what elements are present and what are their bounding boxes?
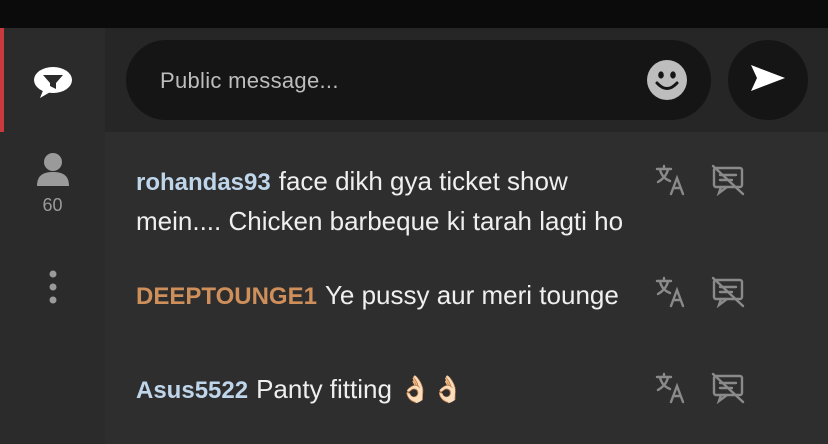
message-list: rohandas93 face dikh gya ticket show mein… — [105, 132, 828, 444]
message-text: Panty fitting 👌🏻👌🏻 — [256, 374, 464, 404]
user-icon — [35, 152, 71, 191]
message-text: Ye pussy aur meri tounge — [324, 280, 619, 310]
public-message-input[interactable]: Public message... — [126, 40, 711, 120]
more-vertical-icon — [48, 270, 58, 309]
hide-message-icon[interactable] — [711, 276, 745, 313]
users-count: 60 — [42, 195, 63, 215]
more-options-button[interactable] — [0, 270, 105, 309]
hide-message-icon[interactable] — [711, 372, 745, 409]
chat-message: Asus5522 Panty fitting 👌🏻👌🏻 — [136, 370, 656, 410]
message-username[interactable]: Asus5522 — [136, 377, 248, 404]
message-actions — [655, 276, 755, 312]
translate-icon[interactable] — [655, 372, 687, 409]
hide-message-icon[interactable] — [711, 164, 745, 201]
message-username[interactable]: DEEPTOUNGE1 — [136, 283, 317, 310]
send-arrow-icon — [749, 63, 787, 98]
users-tab[interactable]: 60 — [0, 152, 105, 216]
chat-message: rohandas93 face dikh gya ticket show mein… — [136, 162, 656, 240]
message-composer: Public message... — [105, 28, 828, 132]
sidebar: 60 — [0, 28, 106, 444]
chat-bubble-icon — [32, 64, 74, 105]
message-actions — [655, 372, 755, 408]
chat-message: DEEPTOUNGE1 Ye pussy aur meri tounge — [136, 276, 656, 316]
message-actions — [655, 164, 755, 200]
send-button[interactable] — [728, 40, 808, 120]
translate-icon[interactable] — [655, 164, 687, 201]
smiley-icon[interactable] — [647, 60, 687, 105]
top-status-bar — [0, 0, 828, 28]
chat-tab[interactable] — [0, 64, 105, 105]
translate-icon[interactable] — [655, 276, 687, 313]
message-username[interactable]: rohandas93 — [136, 169, 271, 196]
input-placeholder: Public message... — [160, 68, 339, 93]
